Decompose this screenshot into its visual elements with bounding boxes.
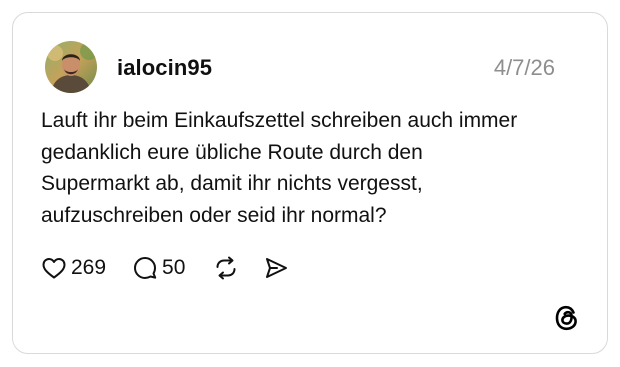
comment-bubble-icon	[132, 255, 158, 281]
repost-button[interactable]	[213, 255, 239, 281]
threads-post-card: ialocin95 4/7/26 Lauft ihr beim Einkaufs…	[12, 12, 608, 354]
like-button[interactable]: 269	[41, 256, 106, 280]
repost-icon	[213, 255, 239, 281]
comment-count: 50	[162, 256, 186, 279]
send-icon	[263, 255, 289, 281]
threads-logo-icon	[552, 303, 582, 333]
share-button[interactable]	[263, 255, 289, 281]
post-date: 4/7/26	[493, 55, 555, 80]
post-text: Lauft ihr beim Einkaufszettel schreiben …	[41, 109, 518, 227]
like-count: 269	[71, 256, 107, 279]
heart-icon	[41, 256, 67, 280]
post-actions: 269 50	[41, 253, 289, 283]
username[interactable]: ialocin95	[117, 55, 212, 81]
avatar[interactable]	[45, 41, 97, 93]
comment-button[interactable]: 50	[132, 255, 185, 281]
